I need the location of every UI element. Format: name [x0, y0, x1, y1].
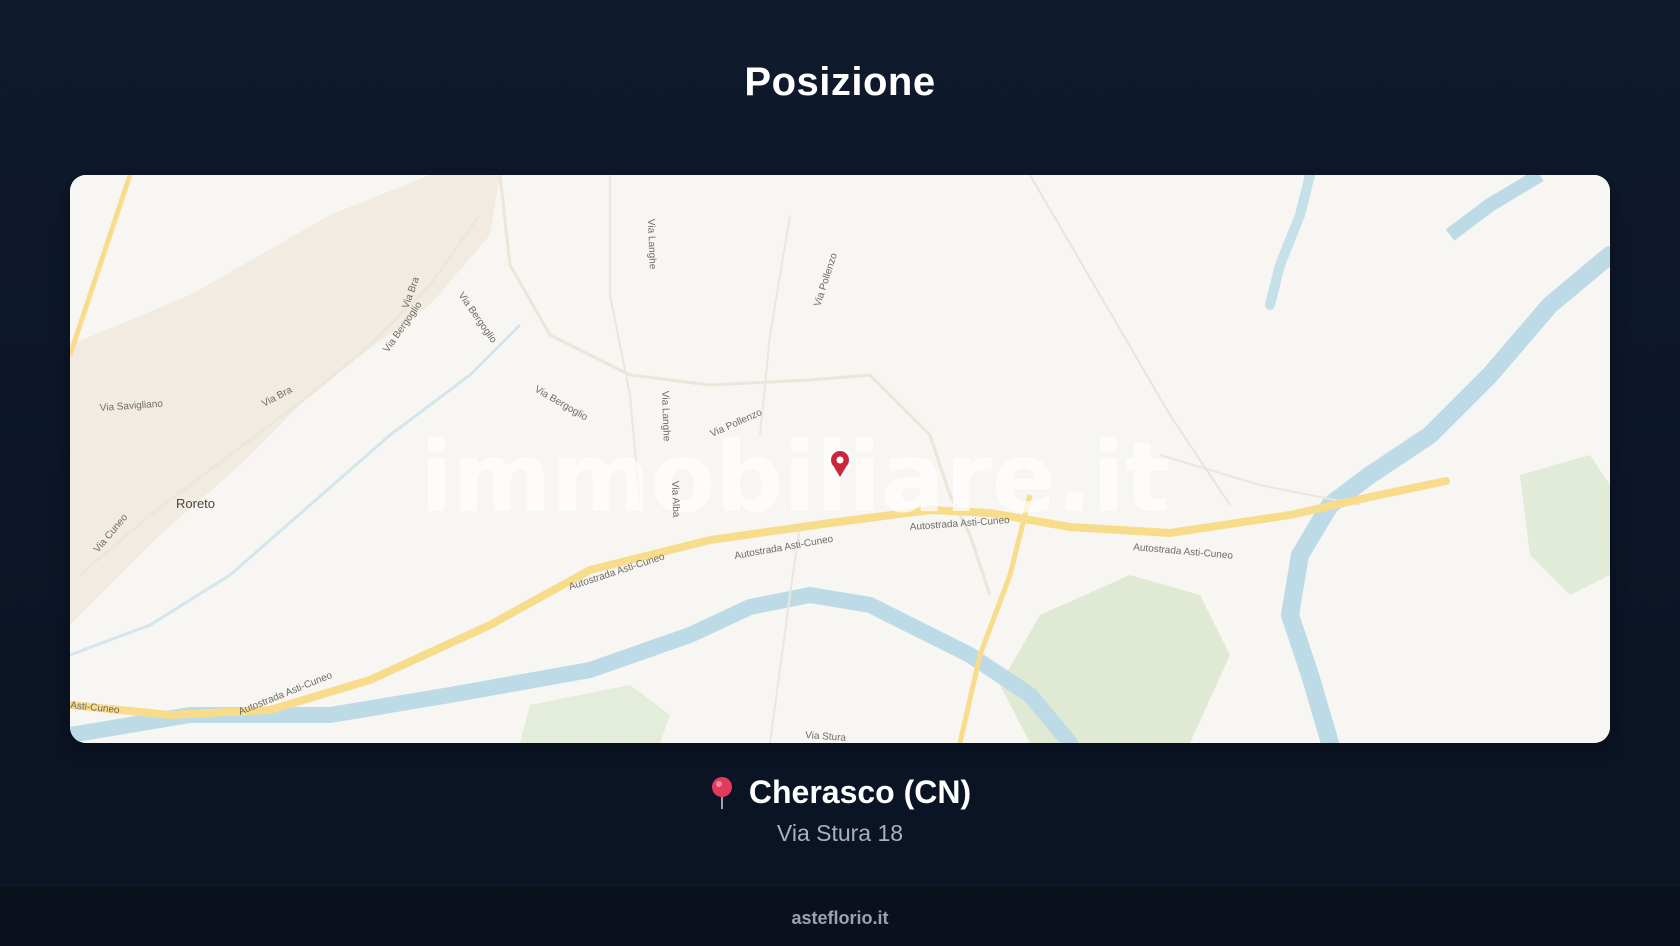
watermark-text: immobiliare.it	[420, 422, 1170, 534]
map-view[interactable]: immobiliare.it Via Savigliano Via Bra Vi…	[70, 175, 1610, 743]
location-city: Cherasco (CN)	[748, 774, 972, 810]
pushpin-icon	[709, 776, 735, 810]
street-label: Via Stura	[805, 730, 847, 743]
town-label: Roreto	[176, 496, 215, 511]
footer: asteflorio.it	[0, 885, 1680, 946]
street-label: Via Langhe	[645, 219, 658, 270]
street-label: Via Alba	[669, 481, 681, 518]
page-title: Posizione	[744, 60, 936, 104]
location-row: Cherasco (CN)	[0, 774, 1680, 811]
street-label: Via Langhe	[659, 391, 672, 442]
footer-site-link[interactable]: asteflorio.it	[0, 908, 1680, 929]
location-address: Via Stura 18	[776, 820, 904, 846]
map-canvas[interactable]: immobiliare.it Via Savigliano Via Bra Vi…	[70, 175, 1610, 743]
